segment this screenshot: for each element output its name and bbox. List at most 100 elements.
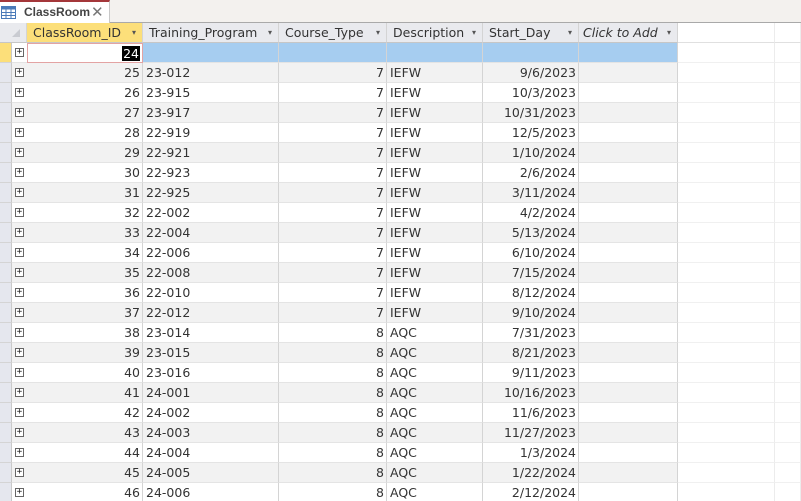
table-row[interactable]: + 37 22-012 7 IEFW 9/10/2024 [0, 303, 801, 323]
expand-plus-icon[interactable]: + [15, 168, 24, 177]
record-selector[interactable] [0, 203, 12, 223]
classroom-id-cell[interactable]: 39 [27, 343, 143, 363]
click-to-add-cell[interactable] [579, 303, 678, 323]
description-cell[interactable]: IEFW [387, 83, 483, 103]
dropdown-arrow-icon[interactable]: ▾ [568, 23, 572, 42]
table-row[interactable]: + 45 24-005 8 AQC 1/22/2024 [0, 463, 801, 483]
expand-plus-icon[interactable]: + [15, 148, 24, 157]
training-program-cell[interactable]: 23-917 [143, 103, 279, 123]
training-program-cell[interactable]: 22-008 [143, 263, 279, 283]
subdatasheet-expander[interactable]: + [12, 283, 27, 303]
column-header-start-day[interactable]: Start_Day ▾ [483, 23, 579, 43]
record-selector[interactable] [0, 143, 12, 163]
course-type-cell[interactable]: 8 [279, 463, 387, 483]
course-type-cell[interactable]: 7 [279, 63, 387, 83]
course-type-cell[interactable]: 8 [279, 323, 387, 343]
start-day-cell[interactable]: 2/6/2024 [483, 163, 579, 183]
training-program-cell[interactable]: 22-006 [143, 243, 279, 263]
table-row[interactable]: + 27 23-917 7 IEFW 10/31/2023 [0, 103, 801, 123]
subdatasheet-expander[interactable]: + [12, 163, 27, 183]
close-icon[interactable]: ✕ [91, 4, 104, 20]
classroom-id-cell[interactable]: 29 [27, 143, 143, 163]
training-program-cell[interactable]: 24-003 [143, 423, 279, 443]
classroom-id-cell[interactable]: 45 [27, 463, 143, 483]
classroom-id-cell[interactable]: 32 [27, 203, 143, 223]
expand-plus-icon[interactable]: + [15, 288, 24, 297]
classroom-id-cell[interactable]: 38 [27, 323, 143, 343]
click-to-add-cell[interactable] [579, 463, 678, 483]
expand-plus-icon[interactable]: + [15, 108, 24, 117]
training-program-cell[interactable]: 22-010 [143, 283, 279, 303]
subdatasheet-expander[interactable]: + [12, 83, 27, 103]
expand-plus-icon[interactable]: + [15, 48, 24, 57]
course-type-cell[interactable]: 8 [279, 483, 387, 501]
course-type-cell[interactable]: 7 [279, 243, 387, 263]
classroom-id-cell[interactable]: 25 [27, 63, 143, 83]
record-selector[interactable] [0, 443, 12, 463]
table-row[interactable]: + 28 22-919 7 IEFW 12/5/2023 [0, 123, 801, 143]
description-cell[interactable]: IEFW [387, 283, 483, 303]
start-day-cell[interactable]: 8/21/2023 [483, 343, 579, 363]
table-row[interactable]: + 39 23-015 8 AQC 8/21/2023 [0, 343, 801, 363]
expand-plus-icon[interactable]: + [15, 208, 24, 217]
click-to-add-cell[interactable] [579, 383, 678, 403]
subdatasheet-expander[interactable]: + [12, 443, 27, 463]
click-to-add-cell[interactable] [579, 483, 678, 501]
table-row[interactable]: + 43 24-003 8 AQC 11/27/2023 [0, 423, 801, 443]
record-selector[interactable] [0, 303, 12, 323]
training-program-cell[interactable]: 23-016 [143, 363, 279, 383]
record-selector[interactable] [0, 463, 12, 483]
subdatasheet-expander[interactable]: + [12, 63, 27, 83]
table-row[interactable]: + 38 23-014 8 AQC 7/31/2023 [0, 323, 801, 343]
subdatasheet-expander[interactable]: + [12, 323, 27, 343]
description-cell[interactable]: IEFW [387, 223, 483, 243]
course-type-cell[interactable]: 7 [279, 203, 387, 223]
subdatasheet-expander[interactable]: + [12, 43, 27, 63]
expand-plus-icon[interactable]: + [15, 428, 24, 437]
click-to-add-cell[interactable] [579, 63, 678, 83]
course-type-cell[interactable]: 7 [279, 303, 387, 323]
click-to-add-cell[interactable] [579, 423, 678, 443]
table-row[interactable]: + 34 22-006 7 IEFW 6/10/2024 [0, 243, 801, 263]
course-type-cell[interactable]: 7 [279, 123, 387, 143]
expand-plus-icon[interactable]: + [15, 368, 24, 377]
classroom-id-cell[interactable]: 34 [27, 243, 143, 263]
tab-classroom[interactable]: ClassRoom ✕ [0, 0, 110, 23]
start-day-cell[interactable]: 11/6/2023 [483, 403, 579, 423]
click-to-add-cell[interactable] [579, 123, 678, 143]
description-cell[interactable]: IEFW [387, 103, 483, 123]
training-program-cell[interactable] [143, 43, 279, 63]
start-day-cell[interactable]: 9/6/2023 [483, 63, 579, 83]
subdatasheet-expander[interactable]: + [12, 463, 27, 483]
dropdown-arrow-icon[interactable]: ▾ [132, 23, 136, 42]
expand-plus-icon[interactable]: + [15, 228, 24, 237]
column-header-classroom-id[interactable]: ClassRoom_ID ▾ [27, 23, 143, 43]
classroom-id-cell[interactable]: 28 [27, 123, 143, 143]
subdatasheet-expander[interactable]: + [12, 423, 27, 443]
start-day-cell[interactable]: 10/31/2023 [483, 103, 579, 123]
training-program-cell[interactable]: 22-004 [143, 223, 279, 243]
expand-plus-icon[interactable]: + [15, 468, 24, 477]
start-day-cell[interactable]: 2/12/2024 [483, 483, 579, 501]
table-row[interactable]: + 42 24-002 8 AQC 11/6/2023 [0, 403, 801, 423]
classroom-id-cell[interactable]: 33 [27, 223, 143, 243]
click-to-add-cell[interactable] [579, 323, 678, 343]
click-to-add-cell[interactable] [579, 343, 678, 363]
record-selector[interactable] [0, 183, 12, 203]
record-selector[interactable] [0, 83, 12, 103]
click-to-add-cell[interactable] [579, 163, 678, 183]
record-selector[interactable] [0, 423, 12, 443]
subdatasheet-expander[interactable]: + [12, 303, 27, 323]
description-cell[interactable] [387, 43, 483, 63]
subdatasheet-expander[interactable]: + [12, 103, 27, 123]
table-row[interactable]: + 32 22-002 7 IEFW 4/2/2024 [0, 203, 801, 223]
classroom-id-cell[interactable]: 27 [27, 103, 143, 123]
expand-plus-icon[interactable]: + [15, 268, 24, 277]
dropdown-arrow-icon[interactable]: ▾ [472, 23, 476, 42]
record-selector[interactable] [0, 383, 12, 403]
description-cell[interactable]: IEFW [387, 183, 483, 203]
start-day-cell[interactable]: 7/31/2023 [483, 323, 579, 343]
dropdown-arrow-icon[interactable]: ▾ [667, 23, 671, 42]
description-cell[interactable]: IEFW [387, 163, 483, 183]
training-program-cell[interactable]: 22-002 [143, 203, 279, 223]
